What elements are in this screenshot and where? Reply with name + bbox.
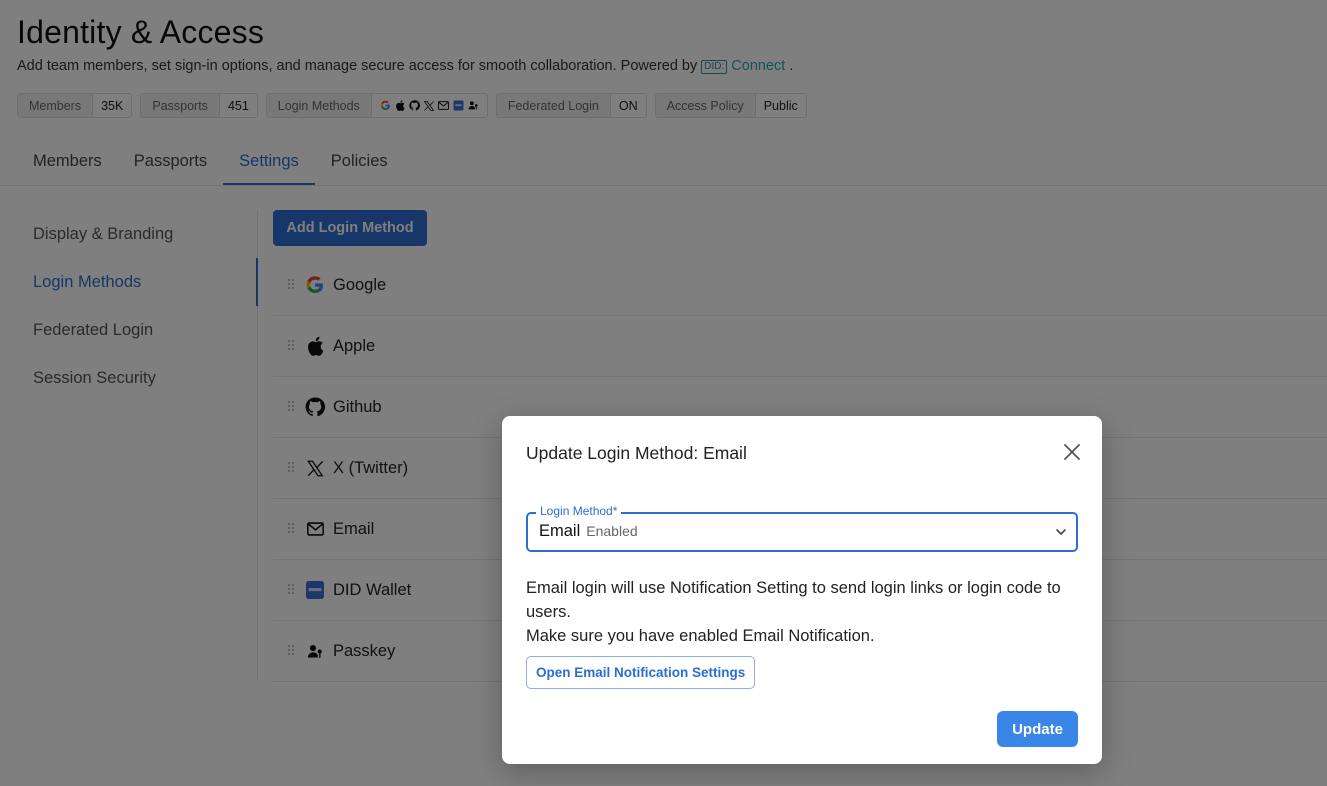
selected-method-status: Enabled: [586, 523, 638, 539]
description-line: Make sure you have enabled Email Notific…: [526, 627, 875, 645]
chevron-down-icon: [1056, 529, 1066, 536]
open-email-notification-settings-button[interactable]: Open Email Notification Settings: [526, 656, 756, 689]
login-method-select-label: Login Method*: [536, 504, 622, 518]
update-button[interactable]: Update: [997, 711, 1078, 747]
login-method-select-value: Email Enabled: [539, 522, 638, 541]
update-login-method-dialog: Update Login Method: Email Login Method*…: [502, 416, 1102, 764]
dialog-description: Email login will use Notification Settin…: [526, 576, 1076, 648]
close-icon[interactable]: [1062, 442, 1082, 462]
dialog-title: Update Login Method: Email: [526, 443, 747, 463]
login-method-select[interactable]: Login Method* Email Enabled: [526, 504, 1078, 552]
description-line: Email login will use Notification Settin…: [526, 579, 1061, 621]
selected-method: Email: [539, 522, 581, 540]
